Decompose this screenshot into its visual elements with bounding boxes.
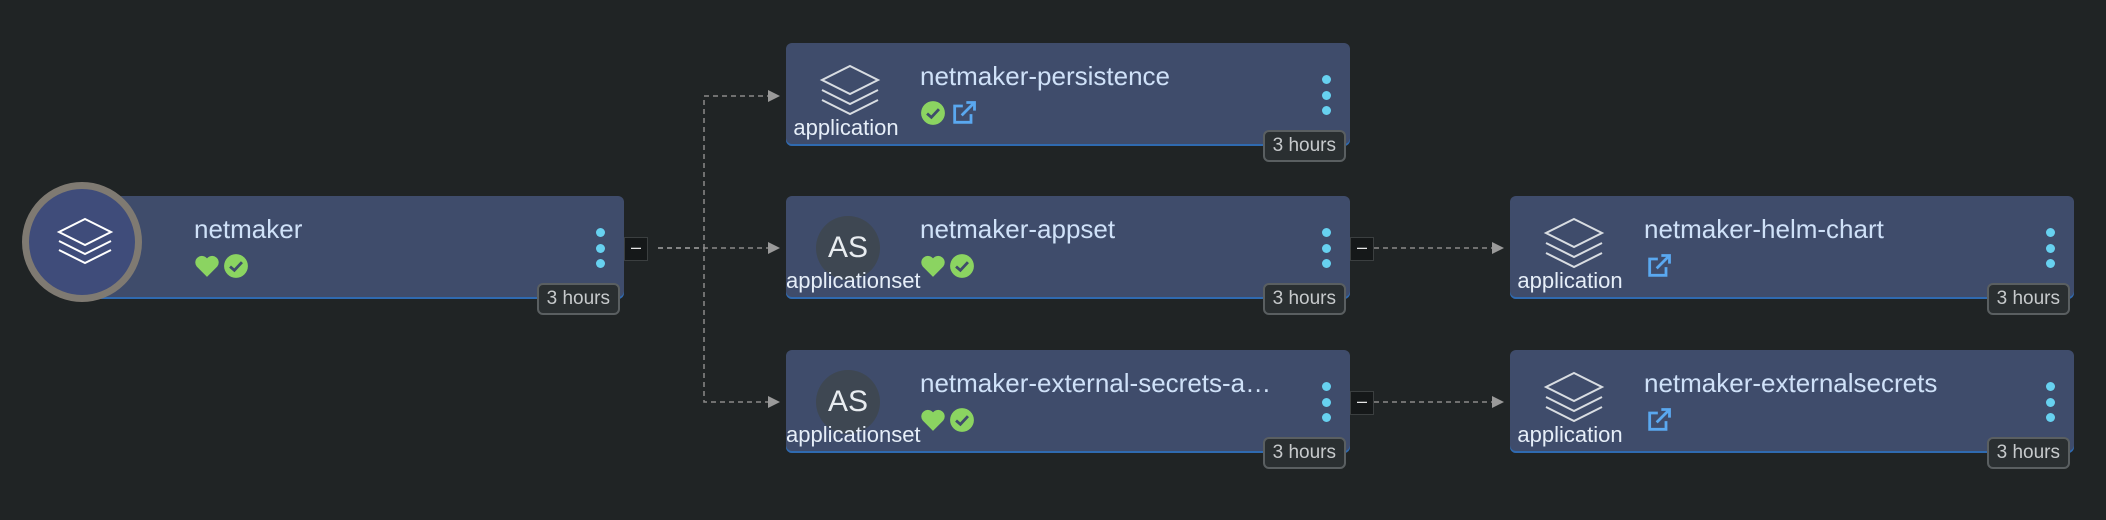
node-status (920, 406, 975, 434)
layers-icon (1543, 371, 1605, 423)
node-netmaker-external-secrets-appset[interactable]: AS applicationset netmaker-external-secr… (786, 350, 1350, 469)
node-netmaker-persistence[interactable]: application netmaker-persistence 3 hours (786, 43, 1350, 162)
node-netmaker-externalsecrets[interactable]: application netmaker-externalsecrets 3 h… (1510, 350, 2074, 469)
application-tree-canvas: netmaker 3 hours – application netmaker-… (0, 0, 2106, 520)
node-menu-button[interactable] (2042, 228, 2058, 268)
collapse-toggle-root[interactable]: – (624, 237, 648, 261)
node-kind-label: applicationset (786, 422, 921, 447)
node-title: netmaker-helm-chart (1644, 214, 1884, 244)
collapse-toggle-appset[interactable]: – (1350, 237, 1374, 261)
node-age-badge: 3 hours (1262, 283, 1346, 315)
edge-root-to-persistence (658, 90, 780, 249)
collapse-toggle-external-appset[interactable]: – (1350, 391, 1374, 415)
node-netmaker[interactable]: netmaker 3 hours (60, 196, 624, 315)
node-netmaker-helm-chart[interactable]: application netmaker-helm-chart 3 hours (1510, 196, 2074, 315)
node-title: netmaker-externalsecrets (1644, 368, 1938, 398)
node-age-badge: 3 hours (1986, 283, 2070, 315)
heart-icon (921, 255, 945, 277)
node-status (920, 99, 979, 127)
node-title: netmaker-appset (920, 214, 1116, 244)
node-menu-button[interactable] (2042, 382, 2058, 422)
heart-icon (195, 255, 219, 277)
node-menu-button[interactable] (592, 228, 608, 268)
node-kind-label: application (1517, 422, 1623, 447)
node-kind-label: applicationset (786, 268, 921, 293)
external-link-icon[interactable] (1644, 406, 1674, 434)
external-link-icon[interactable] (949, 99, 979, 127)
heart-icon (921, 409, 945, 431)
node-status (1644, 252, 1674, 280)
node-netmaker-appset[interactable]: AS applicationset netmaker-appset 3 hour… (786, 196, 1350, 315)
layers-icon (56, 217, 114, 265)
node-title: netmaker-external-secrets-ap… (920, 368, 1280, 398)
node-status (194, 252, 249, 280)
layers-icon (1543, 217, 1605, 269)
root-app-avatar (22, 182, 142, 302)
node-kind-label: application (793, 115, 899, 140)
node-menu-button[interactable] (1318, 382, 1334, 422)
node-age-badge: 3 hours (536, 283, 620, 315)
node-menu-button[interactable] (1318, 228, 1334, 268)
node-age-badge: 3 hours (1262, 130, 1346, 162)
check-circle-icon (224, 254, 248, 278)
node-status (1644, 406, 1674, 434)
node-status (920, 252, 975, 280)
layers-icon (819, 64, 881, 116)
check-circle-icon (921, 101, 945, 125)
node-age-badge: 3 hours (1262, 437, 1346, 469)
check-circle-icon (950, 408, 974, 432)
node-title: netmaker (194, 214, 303, 244)
node-menu-button[interactable] (1318, 75, 1334, 115)
node-title: netmaker-persistence (920, 61, 1170, 91)
external-link-icon[interactable] (1644, 252, 1674, 280)
node-age-badge: 3 hours (1986, 437, 2070, 469)
edge-root-to-external-appset (658, 247, 780, 408)
check-circle-icon (950, 254, 974, 278)
node-kind-label: application (1517, 268, 1623, 293)
